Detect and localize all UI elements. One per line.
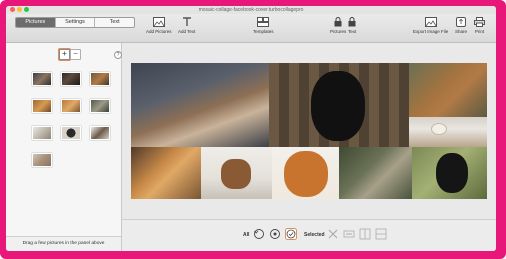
- toolbar: Pictures Settings Text Add Pictures Add …: [6, 14, 496, 43]
- auto-fit-icon[interactable]: [285, 228, 297, 240]
- templates-button[interactable]: Templates: [253, 17, 274, 34]
- picture-thumbnail[interactable]: [32, 126, 52, 140]
- add-picture-button[interactable]: +: [59, 49, 70, 60]
- crop-icon[interactable]: [343, 228, 355, 240]
- picture-thumbnail[interactable]: [90, 72, 110, 86]
- image-icon: [152, 17, 165, 27]
- add-pictures-button[interactable]: Add Pictures: [146, 17, 172, 34]
- tab-pictures[interactable]: Pictures: [16, 18, 56, 27]
- tab-text[interactable]: Text: [95, 18, 134, 27]
- rotate-left-icon[interactable]: [253, 228, 265, 240]
- split-vertical-icon[interactable]: [359, 228, 371, 240]
- text-icon: [182, 17, 191, 26]
- remove-picture-button[interactable]: −: [70, 49, 81, 60]
- share-label: Share: [455, 29, 468, 34]
- templates-label: Templates: [253, 29, 274, 34]
- add-text-label: Add Text: [178, 29, 196, 34]
- share-button[interactable]: Share: [455, 17, 467, 34]
- panel-tabs: Pictures Settings Text: [15, 17, 135, 28]
- picture-thumbnail[interactable]: [32, 153, 52, 167]
- export-image-label: Export Image File: [413, 29, 449, 34]
- window-title: mosaic-collage-facebook-cover.turbocolla…: [198, 7, 304, 13]
- picture-thumbnail[interactable]: [90, 126, 110, 140]
- collage-photo-chow-chow[interactable]: [272, 147, 339, 199]
- add-pictures-label: Add Pictures: [146, 29, 172, 34]
- black-puppy-shape: [311, 71, 365, 141]
- title-bar: mosaic-collage-facebook-cover.turbocolla…: [6, 6, 496, 14]
- bottom-bar: All Selected: [122, 219, 496, 251]
- lock-icon: [334, 17, 342, 27]
- lock-pictures-label: Pictures: [330, 29, 347, 34]
- picture-thumbnail[interactable]: [61, 72, 81, 86]
- split-horizontal-icon[interactable]: [375, 228, 387, 240]
- templates-icon: [257, 17, 270, 27]
- picture-thumbnail[interactable]: [61, 126, 81, 140]
- collage-photo-golden-retriever[interactable]: [131, 147, 201, 199]
- picture-thumbnail[interactable]: [32, 72, 52, 86]
- collage-photo-puppy-on-bed[interactable]: [409, 117, 487, 147]
- collage-photo-bulldog[interactable]: [131, 63, 269, 147]
- collage-photo-black-labrador[interactable]: [412, 147, 487, 199]
- shiba-shape: [221, 159, 251, 189]
- export-image-icon: [424, 17, 437, 27]
- chow-chow-shape: [284, 151, 328, 197]
- picture-thumbnail[interactable]: [61, 99, 81, 113]
- share-icon: [456, 17, 466, 27]
- app-window: mosaic-collage-facebook-cover.turbocolla…: [6, 6, 496, 251]
- collage-photo-shiba-puppy[interactable]: [201, 147, 272, 199]
- pictures-panel: + − ? Drag a few pictures in the panel a…: [6, 43, 122, 251]
- collage-photo-black-puppy[interactable]: [269, 63, 409, 147]
- delete-icon[interactable]: [327, 228, 339, 240]
- export-image-button[interactable]: Export Image File: [413, 17, 448, 34]
- lock-pictures-button[interactable]: Pictures: [330, 17, 346, 34]
- puppy-shape: [431, 123, 447, 135]
- selected-label: Selected: [304, 232, 325, 238]
- collage-canvas[interactable]: [122, 43, 496, 219]
- drag-hint: Drag a few pictures in the panel above: [6, 236, 121, 251]
- all-label: All: [243, 232, 250, 238]
- picture-thumbnail[interactable]: [90, 99, 110, 113]
- printer-icon: [474, 17, 485, 27]
- add-text-button[interactable]: Add Text: [178, 17, 195, 34]
- print-button[interactable]: Print: [474, 17, 485, 34]
- labrador-shape: [436, 153, 468, 193]
- collage-photo-dog-in-blanket[interactable]: [339, 147, 412, 199]
- shuffle-icon[interactable]: [269, 228, 281, 240]
- lock-icon: [348, 17, 356, 27]
- lock-text-label: Text: [348, 29, 357, 34]
- lock-text-button[interactable]: Text: [348, 17, 356, 34]
- collage-photo-brown-dog[interactable]: [409, 63, 487, 117]
- print-label: Print: [474, 29, 485, 34]
- picture-thumbnail[interactable]: [32, 99, 52, 113]
- help-button[interactable]: ?: [114, 51, 122, 59]
- tab-settings[interactable]: Settings: [56, 18, 96, 27]
